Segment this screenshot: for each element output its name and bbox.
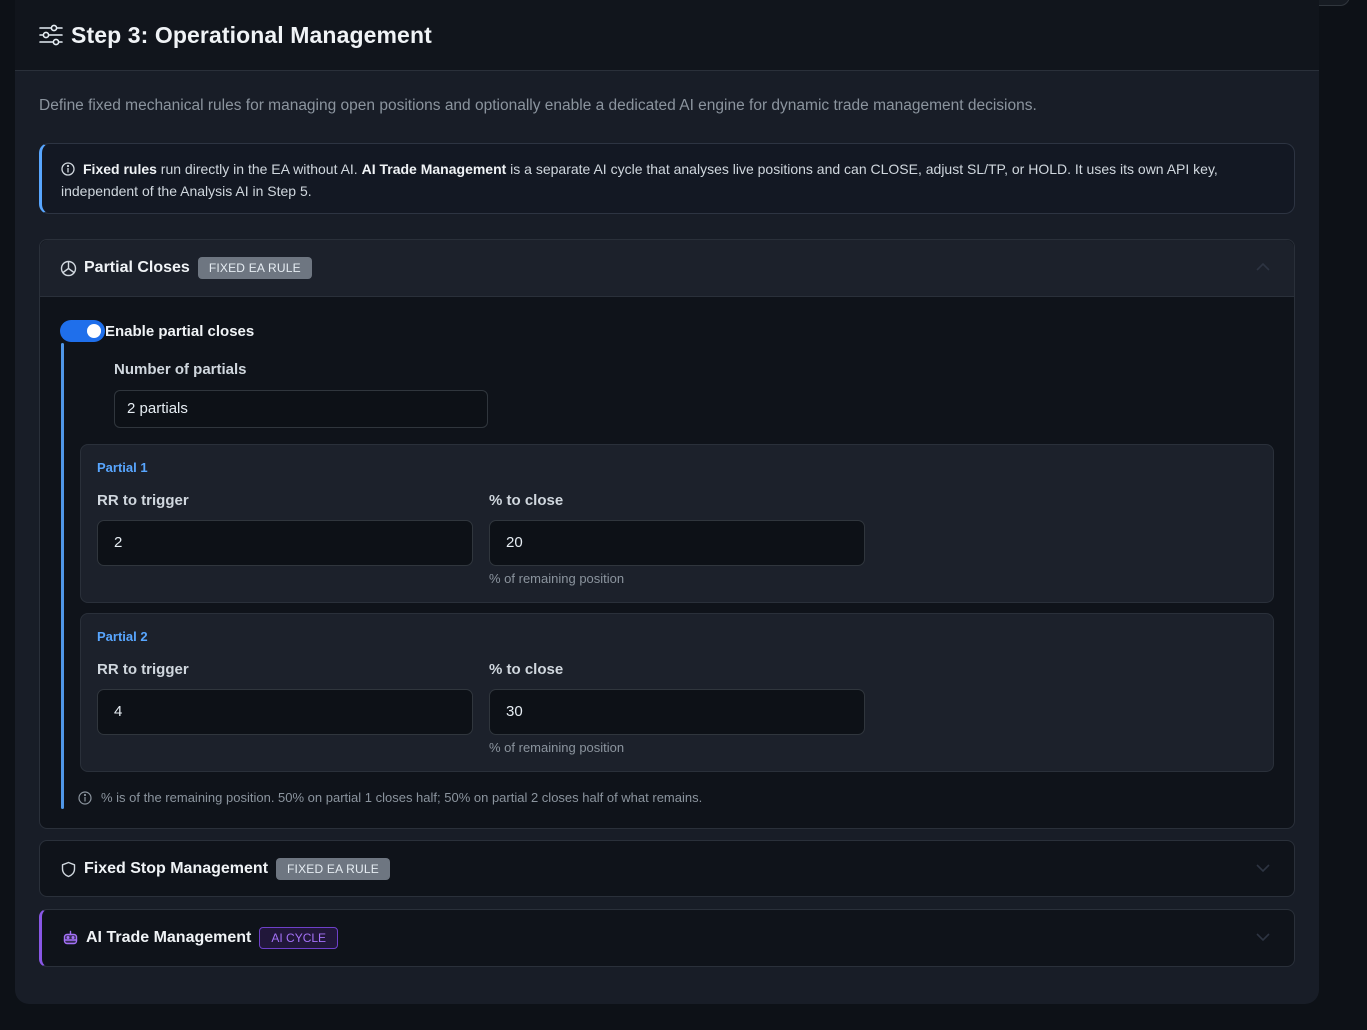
info-icon bbox=[78, 790, 92, 805]
info-ai-trade: AI Trade Management bbox=[361, 161, 507, 177]
card-header: Step 3: Operational Management bbox=[15, 0, 1319, 71]
page-title: Step 3: Operational Management bbox=[71, 21, 432, 48]
info-text-1: run directly in the EA without AI. bbox=[156, 161, 362, 177]
info-callout: Fixed rules run directly in the EA witho… bbox=[39, 143, 1295, 214]
partial-closes-title: Partial Closes bbox=[84, 259, 190, 276]
chevron-down-icon[interactable] bbox=[1254, 930, 1272, 944]
partial-closes-header[interactable]: Partial Closes FIXED EA RULE bbox=[40, 240, 1294, 297]
partial-2-rr-input[interactable]: 4 bbox=[97, 689, 473, 735]
partial-2-pct-input[interactable]: 30 bbox=[489, 689, 865, 735]
info-fixed-rules: Fixed rules bbox=[83, 161, 157, 177]
pct-close-label: % to close bbox=[489, 661, 564, 678]
partial-1-pct-input[interactable]: 20 bbox=[489, 520, 865, 566]
partial-closes-section: Partial Closes FIXED EA RULE Enable part… bbox=[39, 239, 1295, 829]
fixed-ea-rule-badge: FIXED EA RULE bbox=[276, 858, 390, 880]
chevron-down-icon[interactable] bbox=[1254, 861, 1272, 875]
step-description: Define fixed mechanical rules for managi… bbox=[39, 97, 1037, 114]
enable-partial-closes-toggle[interactable] bbox=[60, 320, 105, 342]
rr-trigger-label: RR to trigger bbox=[97, 492, 189, 509]
fixed-stop-header[interactable]: Fixed Stop Management FIXED EA RULE bbox=[40, 841, 1294, 897]
enable-partial-closes-row: Enable partial closes bbox=[60, 320, 254, 342]
number-of-partials-label: Number of partials bbox=[114, 361, 247, 378]
sliders-icon bbox=[38, 22, 64, 48]
pct-close-label: % to close bbox=[489, 492, 564, 509]
ai-trade-section: AI Trade Management AI CYCLE bbox=[39, 909, 1295, 967]
pct-help-text: % of remaining position bbox=[489, 740, 625, 755]
shield-icon bbox=[60, 861, 77, 878]
partial-2-title: Partial 2 bbox=[97, 629, 148, 644]
number-of-partials-select[interactable]: 2 partials bbox=[114, 390, 488, 428]
rr-trigger-label: RR to trigger bbox=[97, 661, 189, 678]
partial-1-rr-input[interactable]: 2 bbox=[97, 520, 473, 566]
ai-trade-title: AI Trade Management bbox=[86, 929, 252, 946]
pie-chart-icon bbox=[60, 260, 77, 277]
chevron-up-icon[interactable] bbox=[1254, 260, 1272, 274]
partials-footnote: % is of the remaining position. 50% on p… bbox=[78, 790, 702, 805]
pct-help-text: % of remaining position bbox=[489, 571, 625, 586]
info-icon bbox=[61, 160, 75, 176]
toggle-knob bbox=[87, 324, 101, 338]
enable-partial-closes-label: Enable partial closes bbox=[105, 322, 255, 340]
fixed-ea-rule-badge: FIXED EA RULE bbox=[197, 257, 312, 279]
step-card: Step 3: Operational Management Define fi… bbox=[15, 0, 1319, 1004]
robot-icon bbox=[62, 930, 79, 947]
fixed-stop-section: Fixed Stop Management FIXED EA RULE bbox=[39, 840, 1295, 897]
partial-1-card: Partial 1 RR to trigger 2 % to close 20 … bbox=[80, 444, 1274, 603]
fixed-stop-title: Fixed Stop Management bbox=[84, 860, 269, 877]
partial-2-card: Partial 2 RR to trigger 4 % to close 30 … bbox=[80, 613, 1274, 772]
ai-trade-header[interactable]: AI Trade Management AI CYCLE bbox=[42, 910, 1294, 966]
partial-1-title: Partial 1 bbox=[97, 460, 148, 475]
ai-cycle-badge: AI CYCLE bbox=[259, 927, 339, 949]
partials-indent-line bbox=[61, 343, 64, 809]
footnote-text: % is of the remaining position. 50% on p… bbox=[101, 790, 703, 805]
